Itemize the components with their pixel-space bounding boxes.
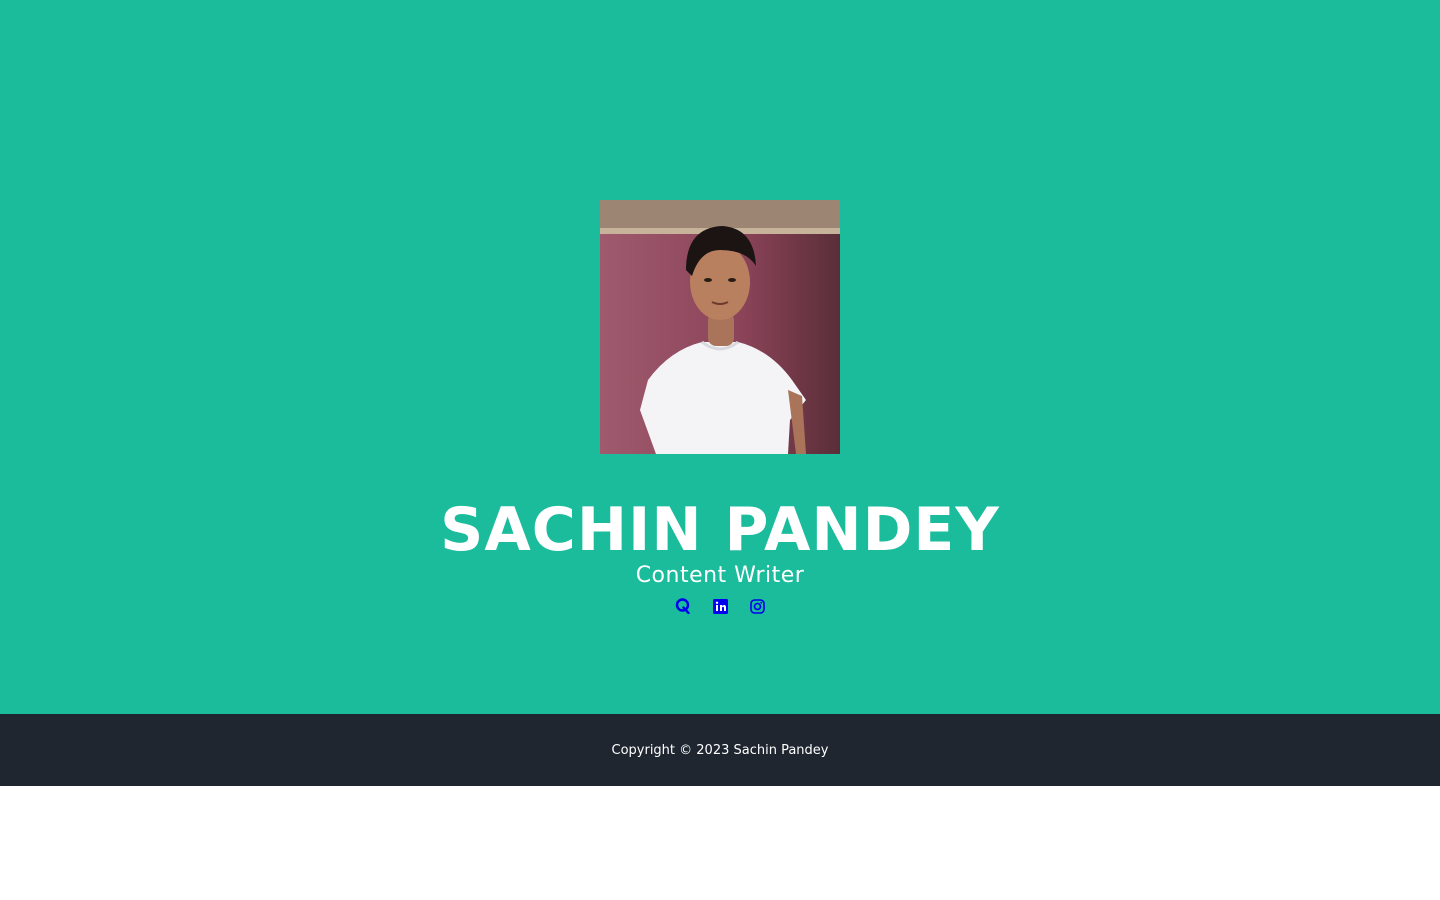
social-link-quora[interactable] bbox=[675, 596, 691, 616]
instagram-icon bbox=[749, 598, 765, 614]
profile-role: Content Writer bbox=[635, 563, 805, 588]
quora-icon bbox=[675, 598, 690, 614]
profile-photo-graphic bbox=[600, 200, 840, 454]
social-link-instagram[interactable] bbox=[749, 596, 765, 616]
footer: Copyright © 2023 Sachin Pandey bbox=[0, 714, 1440, 786]
linkedin-icon bbox=[712, 598, 728, 614]
copyright-text: Copyright © 2023 Sachin Pandey bbox=[611, 742, 829, 758]
social-link-linkedin[interactable] bbox=[712, 596, 728, 616]
social-links bbox=[0, 596, 1440, 616]
profile-name: SACHIN PANDEY bbox=[440, 495, 1000, 565]
profile-photo bbox=[600, 200, 840, 454]
hero-section: SACHIN PANDEY Content Writer bbox=[0, 0, 1440, 714]
